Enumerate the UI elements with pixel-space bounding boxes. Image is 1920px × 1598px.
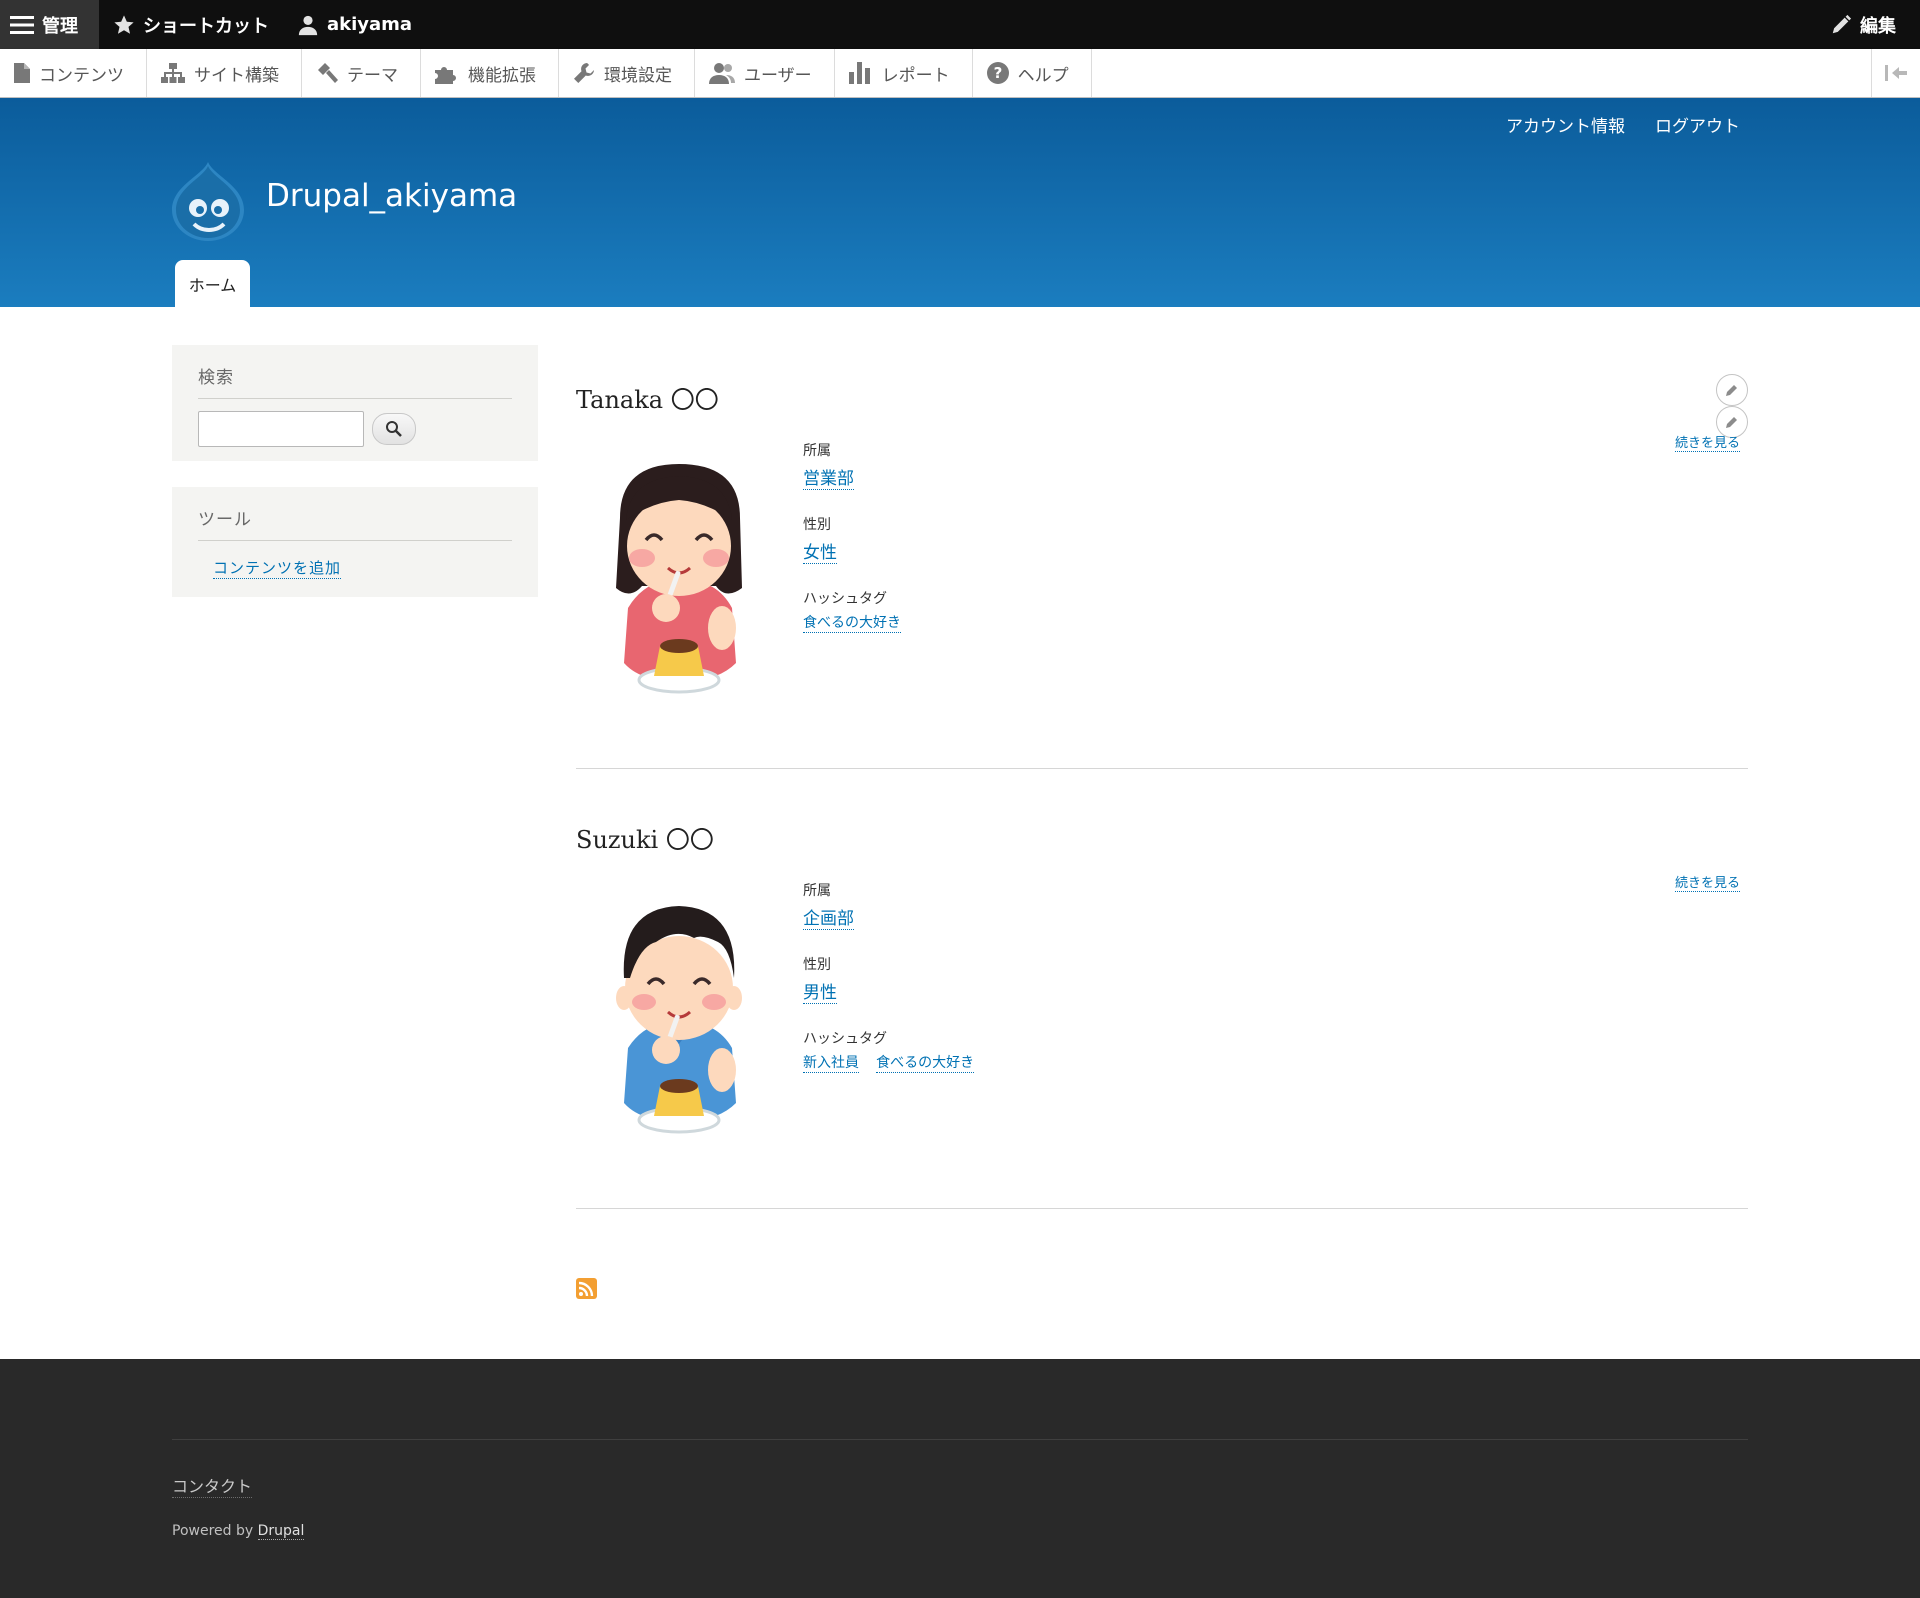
search-input[interactable] bbox=[198, 411, 364, 447]
hashtag-link[interactable]: 食べるの大好き bbox=[803, 612, 901, 633]
field-label: ハッシュタグ bbox=[803, 1031, 887, 1047]
tray-item-help[interactable]: ? ヘルプ bbox=[973, 49, 1092, 97]
tools-block-title: ツール bbox=[198, 505, 512, 541]
tray-item-extend[interactable]: 機能拡張 bbox=[421, 49, 559, 97]
tray-label-config: 環境設定 bbox=[604, 65, 672, 86]
hamburger-icon bbox=[10, 15, 34, 34]
shortcuts-tab[interactable]: ショートカット bbox=[99, 0, 283, 49]
tray-label-reports: レポート bbox=[881, 65, 950, 86]
field-label: 所属 bbox=[803, 883, 831, 899]
search-icon bbox=[386, 421, 402, 437]
tray-item-structure[interactable]: サイト構築 bbox=[147, 49, 302, 97]
pencil-icon bbox=[1726, 417, 1737, 428]
puzzle-icon bbox=[435, 67, 456, 84]
girl-eating-pudding-image bbox=[616, 464, 742, 694]
drupal-link[interactable]: Drupal bbox=[257, 1523, 305, 1540]
field-label: 性別 bbox=[803, 957, 831, 973]
logout-link[interactable]: ログアウト bbox=[1655, 112, 1740, 137]
read-more-link[interactable]: 続きを見る bbox=[1674, 872, 1740, 892]
collapse-left-icon bbox=[1885, 65, 1907, 81]
tray-item-appearance[interactable]: テーマ bbox=[302, 49, 421, 97]
powered-by-prefix: Powered by bbox=[172, 1523, 254, 1539]
field-label: ハッシュタグ bbox=[803, 591, 887, 607]
article-title[interactable]: Tanaka 〇〇 bbox=[576, 380, 719, 415]
tray-label-content: コンテンツ bbox=[39, 65, 124, 86]
admin-toolbar: 管理 ショートカット akiyama 編集 bbox=[0, 0, 1920, 49]
pencil-icon bbox=[1832, 14, 1852, 33]
field-gender: 性別 男性 bbox=[803, 954, 986, 1004]
rss-feed-icon[interactable] bbox=[576, 1278, 597, 1299]
add-content-link[interactable]: コンテンツを追加 bbox=[213, 557, 342, 579]
site-header: アカウント情報 ログアウト Drupal_akiyama ホーム bbox=[0, 98, 1920, 307]
site-name[interactable]: Drupal_akiyama bbox=[266, 178, 517, 214]
field-hashtag: ハッシュタグ 食べるの大好き bbox=[803, 588, 913, 633]
tools-block: ツール コンテンツを追加 bbox=[172, 487, 538, 597]
tray-label-help: ヘルプ bbox=[1017, 65, 1069, 86]
admin-tray: コンテンツ サイト構築 テーマ 機能拡張 環境設定 ユーザー レポート ? ヘル… bbox=[0, 49, 1920, 98]
edit-label: 編集 bbox=[1860, 15, 1896, 37]
edit-tab[interactable]: 編集 bbox=[1816, 0, 1920, 49]
contact-link[interactable]: コンタクト bbox=[172, 1473, 253, 1498]
gender-link[interactable]: 女性 bbox=[803, 538, 837, 564]
tray-label-extend: 機能拡張 bbox=[468, 65, 536, 86]
site-footer: コンタクト Powered by Drupal bbox=[0, 1359, 1920, 1598]
tray-label-structure: サイト構築 bbox=[194, 65, 279, 86]
help-icon: ? bbox=[986, 62, 1009, 84]
tray-item-people[interactable]: ユーザー bbox=[695, 49, 835, 97]
search-block-title: 検索 bbox=[198, 363, 512, 399]
field-gender: 性別 女性 bbox=[803, 514, 913, 564]
manage-label: 管理 bbox=[42, 15, 78, 37]
secondary-menu: アカウント情報 ログアウト bbox=[1506, 112, 1740, 137]
drupal-logo-icon[interactable] bbox=[170, 160, 246, 242]
search-form bbox=[198, 411, 512, 447]
article-divider bbox=[576, 1208, 1748, 1209]
tray-label-people: ユーザー bbox=[744, 65, 812, 86]
tray-label-appearance: テーマ bbox=[347, 65, 398, 86]
tray-item-reports[interactable]: レポート bbox=[835, 49, 973, 97]
pencil-icon bbox=[1726, 385, 1737, 396]
hashtag-link[interactable]: 食べるの大好き bbox=[876, 1052, 975, 1073]
star-icon bbox=[114, 14, 134, 34]
user-label: akiyama bbox=[327, 14, 413, 35]
sitemap-icon bbox=[161, 63, 185, 83]
account-link[interactable]: アカウント情報 bbox=[1506, 112, 1625, 137]
file-icon bbox=[14, 63, 30, 83]
article-fields: 所属 営業部 性別 女性 ハッシュタグ 食べるの大好き bbox=[803, 440, 913, 657]
field-label: 性別 bbox=[803, 517, 831, 533]
search-block: 検索 bbox=[172, 345, 538, 461]
tab-home[interactable]: ホーム bbox=[175, 260, 250, 307]
tray-item-config[interactable]: 環境設定 bbox=[559, 49, 695, 97]
footer-divider bbox=[172, 1439, 1748, 1440]
field-hashtag: ハッシュタグ 新入社員 食べるの大好き bbox=[803, 1028, 986, 1073]
contextual-edit-button[interactable] bbox=[1716, 374, 1748, 406]
field-department: 所属 営業部 bbox=[803, 440, 913, 490]
field-label: 所属 bbox=[803, 443, 831, 459]
bar-chart-icon bbox=[848, 62, 870, 84]
department-link[interactable]: 企画部 bbox=[803, 904, 854, 930]
people-icon bbox=[709, 63, 735, 84]
tray-item-content[interactable]: コンテンツ bbox=[0, 49, 147, 97]
article-tanaka: Tanaka 〇〇 続きを見る 所属 営業部 性別 女性 ハッシュタグ 食べるの… bbox=[576, 374, 1748, 770]
search-button[interactable] bbox=[372, 413, 416, 445]
paintbrush-icon bbox=[318, 63, 338, 83]
tray-orientation-toggle[interactable] bbox=[1871, 49, 1920, 97]
article-title[interactable]: Suzuki 〇〇 bbox=[576, 820, 714, 855]
wrench-icon bbox=[574, 63, 594, 83]
article-fields: 所属 企画部 性別 男性 ハッシュタグ 新入社員 食べるの大好き bbox=[803, 880, 986, 1097]
manage-tab[interactable]: 管理 bbox=[0, 0, 99, 49]
hashtag-link[interactable]: 新入社員 bbox=[803, 1052, 859, 1073]
svg-text:?: ? bbox=[993, 64, 1002, 82]
department-link[interactable]: 営業部 bbox=[803, 464, 854, 490]
boy-eating-pudding-image bbox=[616, 906, 742, 1134]
gender-link[interactable]: 男性 bbox=[803, 978, 837, 1004]
field-department: 所属 企画部 bbox=[803, 880, 986, 930]
user-icon bbox=[298, 15, 318, 35]
shortcuts-label: ショートカット bbox=[143, 15, 269, 37]
powered-by: Powered by Drupal bbox=[172, 1523, 305, 1540]
read-more-link[interactable]: 続きを見る bbox=[1674, 432, 1740, 452]
article-suzuki: Suzuki 〇〇 続きを見る 所属 企画部 性別 男性 ハッシュタグ 新入社員 bbox=[576, 820, 1748, 1210]
article-divider bbox=[576, 768, 1748, 769]
user-tab[interactable]: akiyama bbox=[283, 0, 426, 49]
